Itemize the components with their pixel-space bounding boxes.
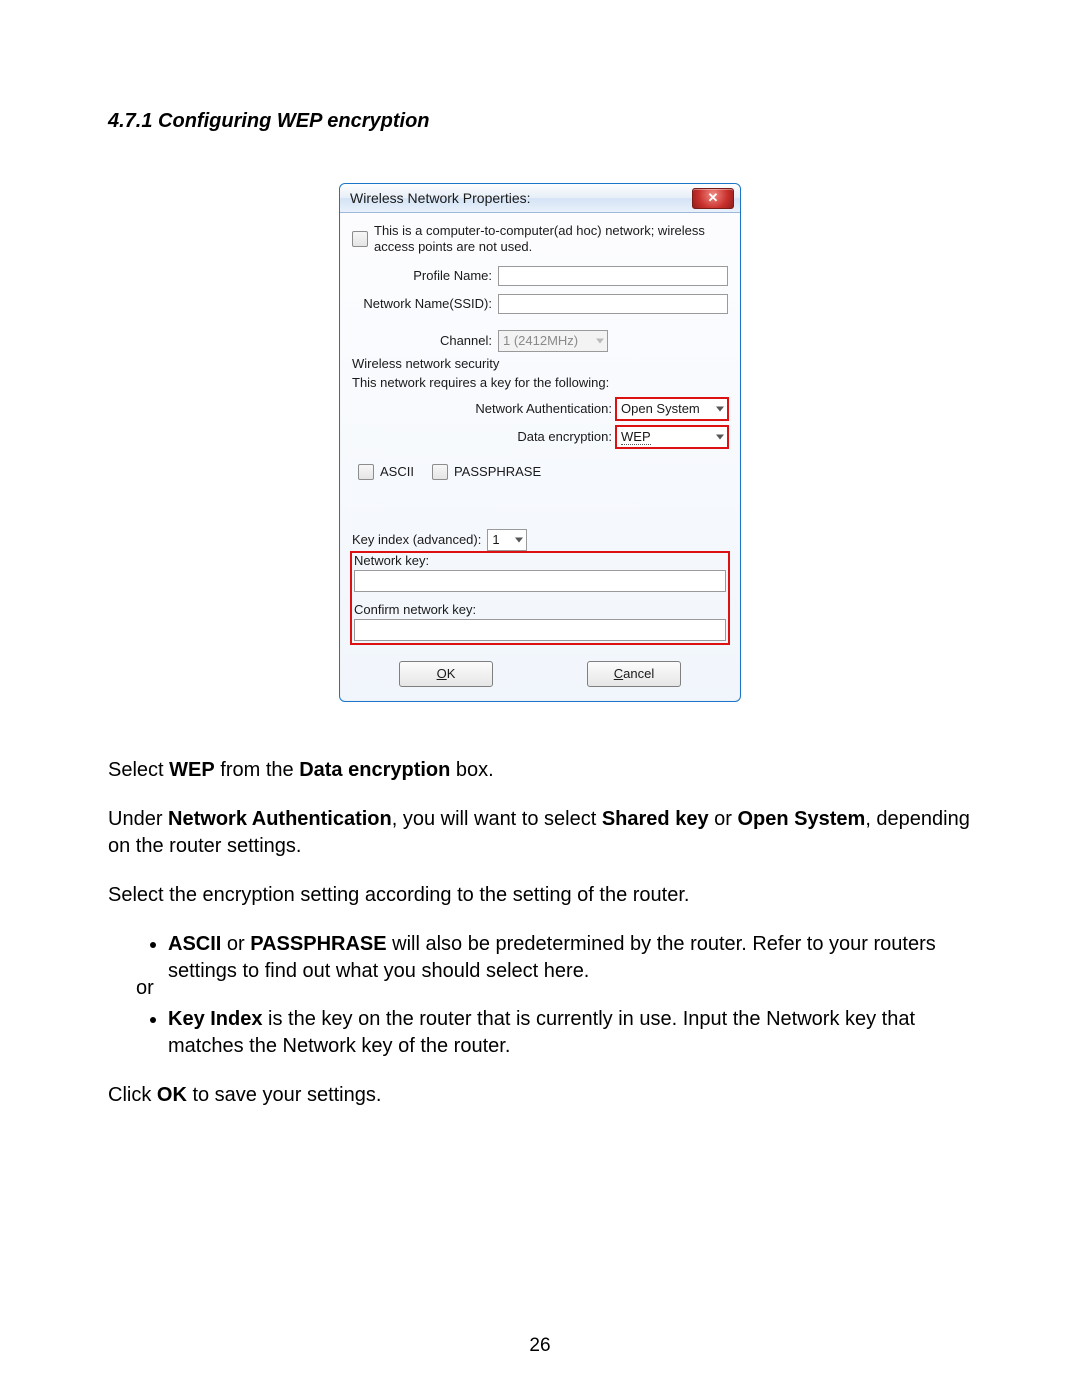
text: box. [450, 759, 493, 781]
enc-value: WEP [621, 429, 651, 445]
network-key-input[interactable] [354, 570, 726, 592]
text-bold: OK [157, 1084, 187, 1106]
confirm-key-input[interactable] [354, 619, 726, 641]
ok-button-o: O [437, 666, 447, 681]
channel-value: 1 (2412MHz) [503, 333, 578, 348]
text-bold: Network Authentication [168, 808, 392, 830]
wireless-properties-dialog: Wireless Network Properties: ✕ This is a… [339, 183, 741, 702]
text-bold: PASSPHRASE [250, 933, 386, 955]
passphrase-checkbox[interactable] [432, 464, 448, 480]
text: Click [108, 1084, 157, 1106]
network-key-block: Network key: Confirm network key: [352, 553, 728, 643]
text: is the key on the router that is current… [168, 1008, 915, 1057]
ascii-passphrase-row: ASCII PASSPHRASE [352, 458, 728, 503]
instruction-text: Select WEP from the Data encryption box.… [108, 757, 972, 1109]
chevron-down-icon [716, 434, 724, 439]
cancel-button-c: C [614, 666, 623, 681]
list-item: Key Index is the key on the router that … [168, 1006, 972, 1060]
text-bold: ASCII [168, 933, 221, 955]
page-number: 26 [0, 1335, 1080, 1357]
text: or [709, 808, 738, 830]
security-sub: This network requires a key for the foll… [352, 375, 728, 390]
channel-label: Channel: [352, 333, 498, 348]
text: Select the encryption setting according … [108, 882, 972, 909]
auth-label: Network Authentication: [475, 401, 616, 416]
chevron-down-icon [716, 406, 724, 411]
enc-label: Data encryption: [517, 429, 616, 444]
adhoc-checkbox[interactable] [352, 231, 368, 247]
dialog-title: Wireless Network Properties: [350, 190, 531, 206]
text: , you will want to select [392, 808, 602, 830]
auth-value: Open System [621, 401, 700, 416]
ascii-checkbox[interactable] [358, 464, 374, 480]
titlebar: Wireless Network Properties: ✕ [340, 184, 740, 213]
passphrase-label: PASSPHRASE [454, 464, 541, 479]
network-key-label: Network key: [354, 553, 726, 568]
text-bold: WEP [169, 759, 215, 781]
keyindex-value: 1 [492, 532, 499, 547]
ok-button[interactable]: OK [399, 661, 493, 687]
dialog-screenshot: Wireless Network Properties: ✕ This is a… [108, 183, 972, 702]
confirm-key-label: Confirm network key: [354, 602, 726, 617]
text: Select [108, 759, 169, 781]
cancel-button-rest: ancel [623, 666, 654, 681]
text-bold: Data encryption [299, 759, 450, 781]
keyindex-label: Key index (advanced): [352, 532, 481, 547]
security-heading: Wireless network security [352, 356, 728, 371]
ascii-label: ASCII [380, 464, 414, 479]
ok-button-k: K [447, 666, 456, 681]
channel-select: 1 (2412MHz) [498, 330, 608, 352]
profile-name-label: Profile Name: [352, 268, 498, 283]
close-button[interactable]: ✕ [692, 188, 734, 209]
text: Under [108, 808, 168, 830]
ssid-input[interactable] [498, 294, 728, 314]
adhoc-label: This is a computer-to-computer(ad hoc) n… [374, 223, 728, 256]
keyindex-select[interactable]: 1 [487, 529, 527, 551]
close-icon: ✕ [708, 190, 719, 206]
text-bold: Key Index [168, 1008, 262, 1030]
text: to save your settings. [187, 1084, 382, 1106]
enc-select[interactable]: WEP [616, 426, 728, 448]
text-bold: Open System [737, 808, 865, 830]
cancel-button[interactable]: Cancel [587, 661, 681, 687]
auth-select[interactable]: Open System [616, 398, 728, 420]
chevron-down-icon [515, 537, 523, 542]
ssid-label: Network Name(SSID): [352, 296, 498, 311]
section-heading: 4.7.1 Configuring WEP encryption [108, 110, 972, 133]
text: from the [215, 759, 299, 781]
text: or [221, 933, 250, 955]
chevron-down-icon [596, 338, 604, 343]
adhoc-row: This is a computer-to-computer(ad hoc) n… [352, 223, 728, 256]
text-bold: Shared key [602, 808, 709, 830]
profile-name-input[interactable] [498, 266, 728, 286]
